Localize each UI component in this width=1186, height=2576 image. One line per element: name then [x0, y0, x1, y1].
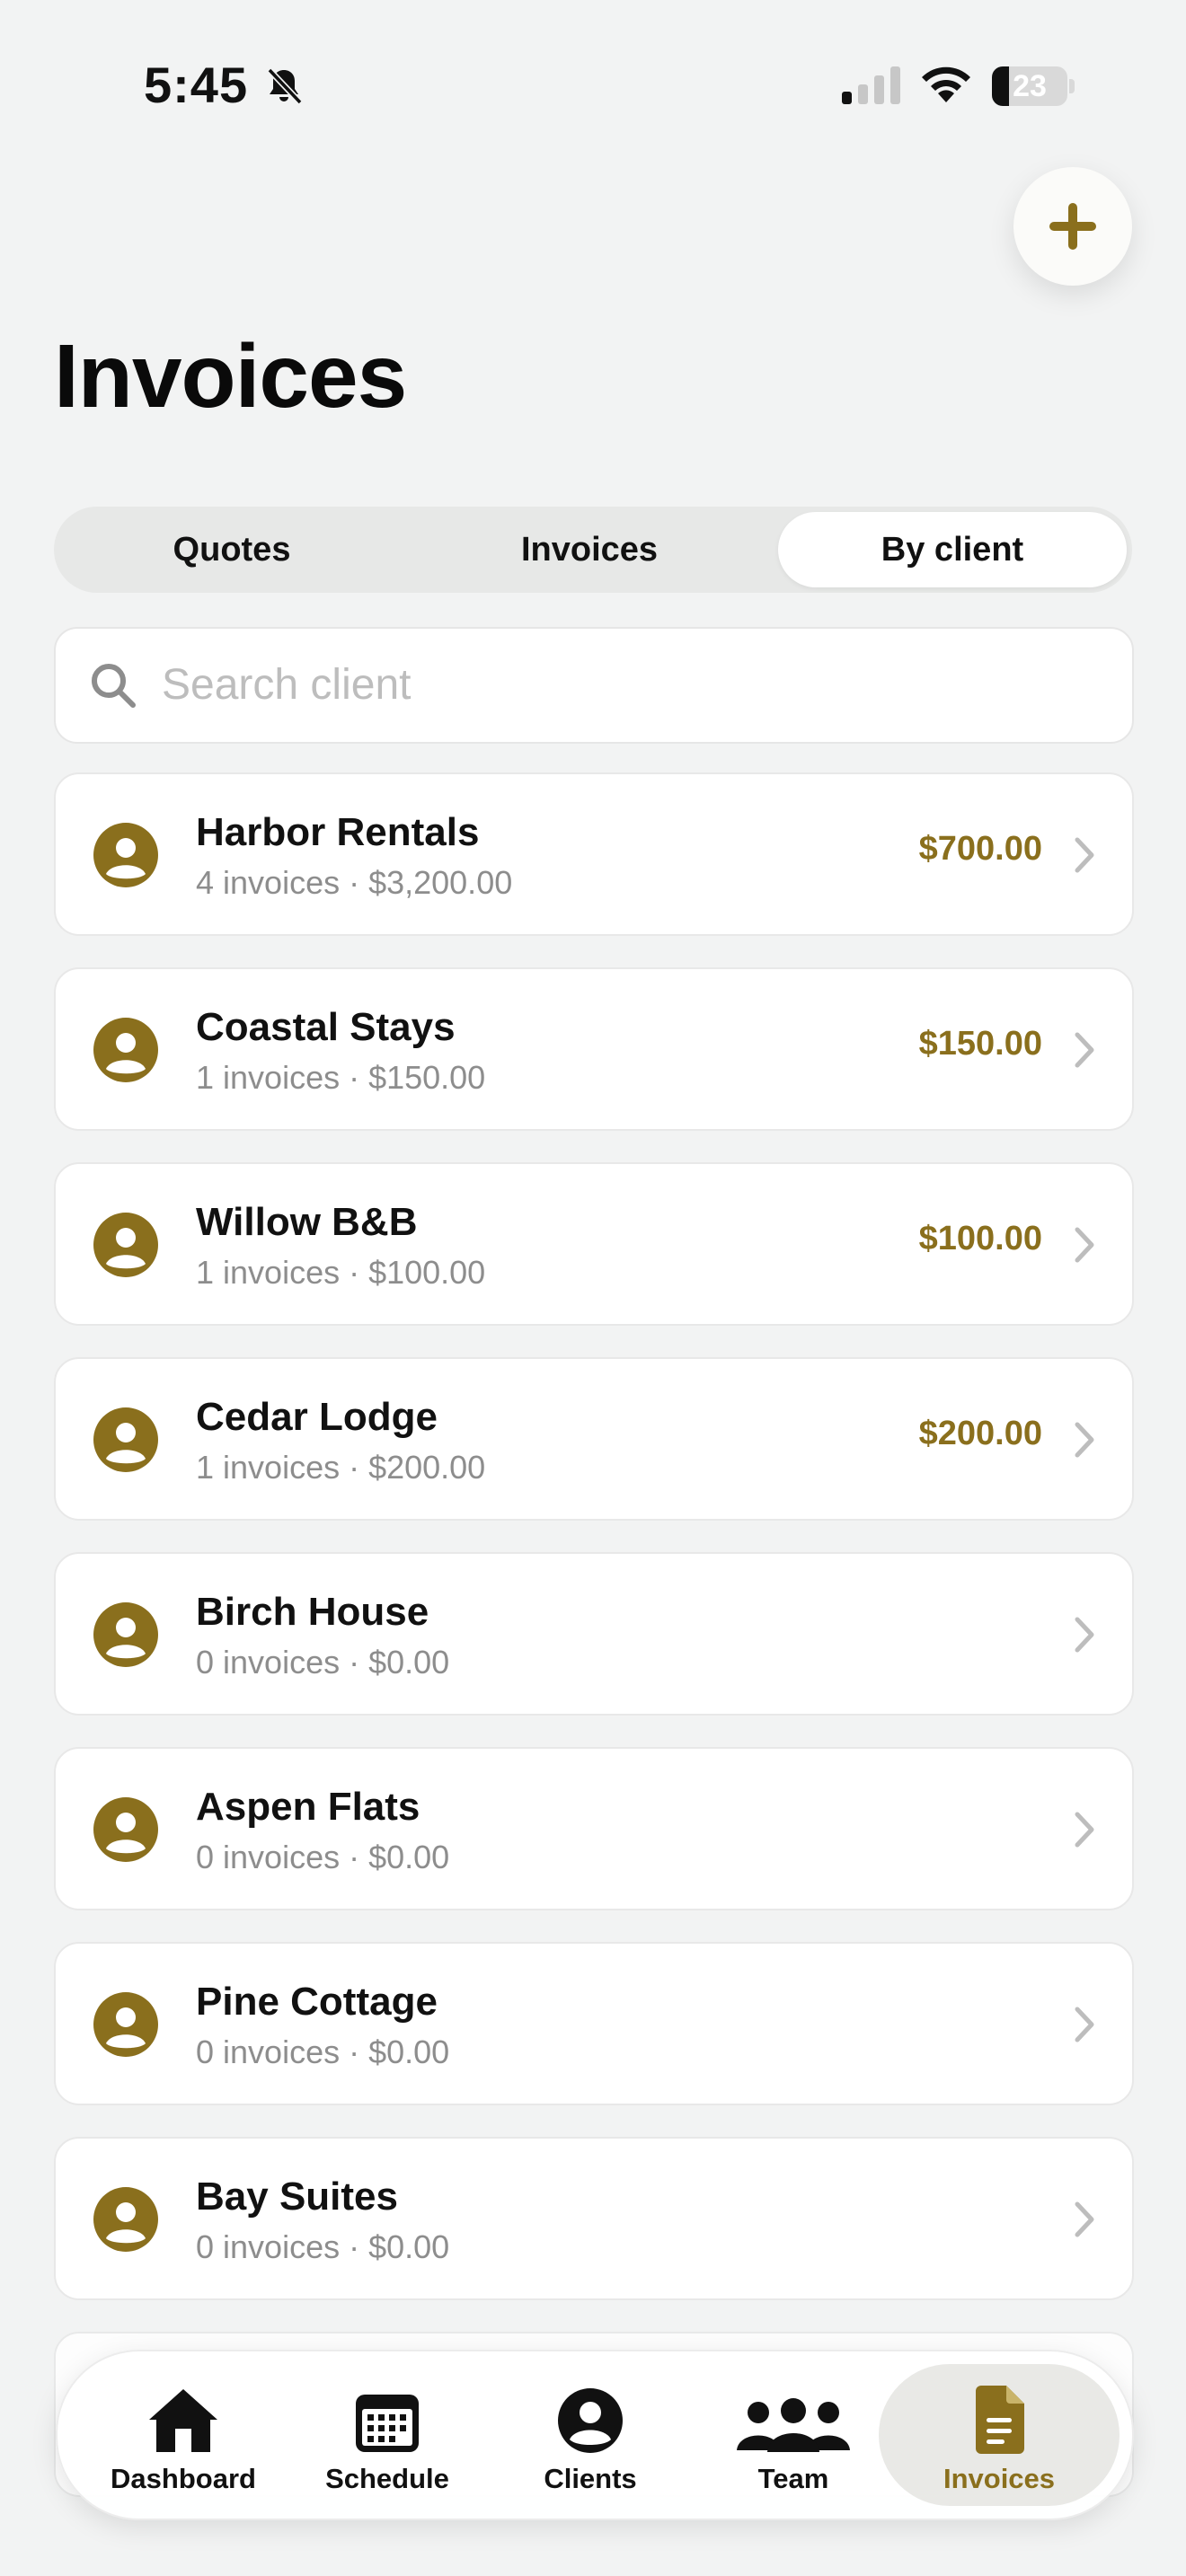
document-icon [976, 2386, 1024, 2454]
segment-by-client[interactable]: By client [778, 512, 1127, 587]
client-name: Harbor Rentals [196, 810, 480, 854]
client-name: Willow B&B [196, 1200, 418, 1244]
status-time: 5:45 [144, 57, 249, 113]
segment-quotes[interactable]: Quotes [59, 512, 404, 587]
client-name: Bay Suites [196, 2175, 398, 2219]
client-invoice-summary: 1 invoices · $150.00 [196, 1059, 486, 1096]
page-title: Invoices [54, 326, 407, 427]
person-avatar-icon [93, 1213, 158, 1277]
bell-slash-icon [267, 67, 303, 105]
chevron-right-icon [1075, 2007, 1094, 2042]
tab-bar: Dashboard Schedule Clients Team Invoices [56, 2350, 1134, 2520]
battery-percent: 23 [1013, 69, 1047, 103]
client-card[interactable]: Bay Suites 0 invoices · $0.00 [54, 2137, 1134, 2300]
tab-schedule[interactable]: Schedule [293, 2351, 482, 2519]
segment-invoices[interactable]: Invoices [417, 512, 762, 587]
tab-clients[interactable]: Clients [496, 2351, 685, 2519]
client-invoice-summary: 0 invoices · $0.00 [196, 1839, 450, 1875]
client-invoice-summary: 0 invoices · $0.00 [196, 2228, 450, 2265]
calendar-icon [356, 2395, 419, 2452]
house-icon [149, 2389, 217, 2452]
client-card[interactable]: Pine Cottage 0 invoices · $0.00 [54, 1942, 1134, 2105]
person-avatar-icon [93, 1797, 158, 1862]
client-outstanding-amount: $150.00 [918, 1025, 1042, 1063]
chevron-right-icon [1075, 1032, 1094, 1068]
client-invoice-summary: 1 invoices · $200.00 [196, 1449, 486, 1486]
person-avatar-icon [93, 1407, 158, 1472]
tab-dashboard[interactable]: Dashboard [84, 2351, 282, 2519]
client-card[interactable]: Aspen Flats 0 invoices · $0.00 [54, 1747, 1134, 1910]
client-outstanding-amount: $100.00 [918, 1220, 1042, 1257]
client-invoice-summary: 0 invoices · $0.00 [196, 1644, 450, 1681]
search-input[interactable] [160, 629, 1098, 740]
person-avatar-icon [93, 2187, 158, 2252]
client-name: Pine Cottage [196, 1980, 438, 2024]
client-invoice-summary: 4 invoices · $3,200.00 [196, 864, 513, 901]
person-avatar-icon [93, 1992, 158, 2057]
client-name: Cedar Lodge [196, 1395, 438, 1439]
client-card[interactable]: Coastal Stays 1 invoices · $150.00 $150.… [54, 967, 1134, 1131]
chevron-right-icon [1075, 1422, 1094, 1458]
client-outstanding-amount: $200.00 [918, 1415, 1042, 1452]
search-field[interactable] [54, 627, 1134, 744]
chevron-right-icon [1075, 837, 1094, 873]
search-icon [92, 664, 136, 708]
client-outstanding-amount: $700.00 [918, 830, 1042, 868]
client-card[interactable]: Cedar Lodge 1 invoices · $200.00 $200.00 [54, 1357, 1134, 1521]
tab-invoices[interactable]: Invoices [879, 2351, 1120, 2519]
client-name: Coastal Stays [196, 1005, 456, 1049]
person-icon [558, 2388, 623, 2453]
status-bar: 5:45 23 [0, 0, 1186, 171]
team-icon [737, 2398, 850, 2452]
client-card[interactable]: Birch House 0 invoices · $0.00 [54, 1552, 1134, 1716]
tab-team[interactable]: Team [699, 2351, 888, 2519]
client-card[interactable]: Willow B&B 1 invoices · $100.00 $100.00 [54, 1162, 1134, 1326]
chevron-right-icon [1075, 1617, 1094, 1653]
client-name: Birch House [196, 1590, 429, 1634]
battery-indicator: 23 [992, 66, 1075, 106]
client-name: Aspen Flats [196, 1785, 420, 1829]
client-invoice-summary: 1 invoices · $100.00 [196, 1254, 486, 1291]
cellular-signal-icon [842, 66, 900, 104]
wifi-icon [922, 66, 970, 102]
chevron-right-icon [1075, 1812, 1094, 1848]
person-avatar-icon [93, 1602, 158, 1667]
chevron-right-icon [1075, 1227, 1094, 1263]
add-button[interactable] [1013, 167, 1132, 286]
segmented-control: Quotes Invoices By client [54, 507, 1132, 593]
person-avatar-icon [93, 1018, 158, 1082]
person-avatar-icon [93, 823, 158, 887]
client-card[interactable]: Harbor Rentals 4 invoices · $3,200.00 $7… [54, 772, 1134, 936]
plus-icon [1049, 203, 1096, 250]
client-invoice-summary: 0 invoices · $0.00 [196, 2033, 450, 2070]
chevron-right-icon [1075, 2201, 1094, 2237]
